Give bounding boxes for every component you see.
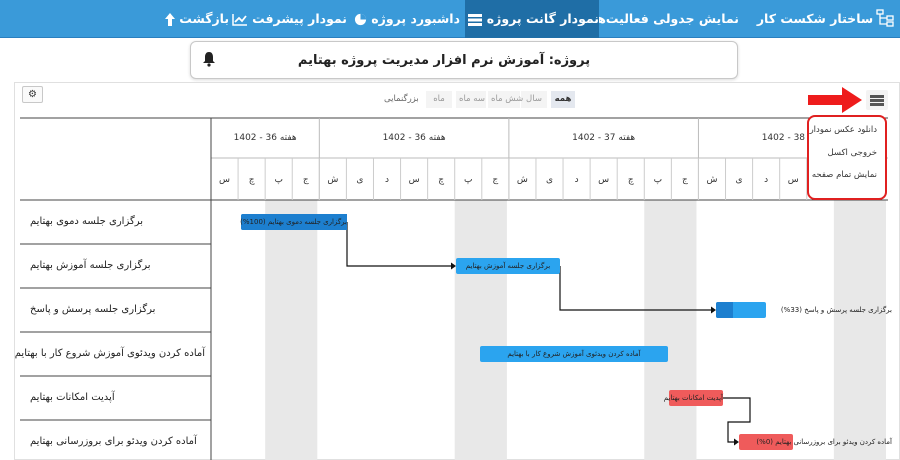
task-name[interactable]: آماده کردن ویدئو برای بروزرسانی بهتایم	[20, 436, 205, 447]
week-header: هفته 37 - 1402	[572, 133, 636, 143]
day-header: پ	[274, 175, 283, 185]
day-header: چ	[438, 175, 445, 185]
export-context-menu: دانلود عکس نمودار خروجی اکسل نمایش تمام …	[807, 115, 887, 200]
day-header: پ	[653, 175, 663, 185]
hamburger-line	[870, 103, 884, 106]
week-header: هفته 36 - 1402	[233, 133, 297, 143]
hamburger-icon	[870, 95, 884, 98]
task-name[interactable]: برگزاری جلسه دموی بهتایم	[20, 216, 205, 227]
day-header: د	[385, 175, 390, 185]
dependency-arrow	[346, 222, 451, 267]
hamburger-line	[870, 99, 884, 102]
day-header: ش	[706, 175, 718, 185]
day-header: س	[787, 175, 799, 185]
menu-download-image[interactable]: دانلود عکس نمودار	[810, 125, 877, 135]
day-header: ی	[545, 175, 554, 185]
day-header: چ	[248, 175, 255, 185]
export-menu-button[interactable]	[866, 90, 888, 110]
day-header: ج	[492, 175, 499, 185]
day-header: س	[408, 175, 420, 185]
task-bar-label: آپدیت امکانات بهتایم	[663, 394, 723, 402]
menu-fullscreen[interactable]: نمایش تمام صفحه	[812, 170, 877, 180]
day-header: ش	[327, 175, 339, 185]
gantt-grid	[20, 117, 888, 460]
day-header: س	[598, 175, 610, 185]
day-header: ی	[735, 175, 743, 185]
task-bar-label: برگزاری جلسه دموی بهتایم (100%)	[240, 218, 347, 226]
day-header: پ	[464, 175, 473, 185]
weekend-column-shade	[644, 200, 697, 460]
week-header: هفته 36 - 1402	[382, 133, 446, 143]
day-header: ج	[302, 175, 309, 185]
day-header: د	[764, 175, 769, 185]
menu-export-excel[interactable]: خروجی اکسل	[827, 148, 877, 158]
task-name[interactable]: برگزاری جلسه آموزش بهتایم	[20, 260, 205, 271]
task-bar-label: آماده کردن ویدئو برای بروزرسانی بهتایم (…	[756, 438, 892, 446]
weekend-column-shade	[833, 200, 886, 460]
day-header: ش	[516, 175, 528, 185]
task-name[interactable]: آپدیت امکانات بهتایم	[20, 392, 205, 403]
day-header: ج	[681, 175, 688, 185]
task-bar-label: برگزاری جلسه پرسش و پاسخ (33%)	[780, 306, 892, 314]
task-name[interactable]: آماده کردن ویدئوی آموزش شروع کار با بهتا…	[15, 348, 205, 359]
day-header: ی	[356, 175, 364, 185]
weekend-column-shade	[265, 200, 318, 460]
day-header: د	[574, 175, 579, 185]
red-arrow-annotation	[808, 87, 862, 113]
task-bar-label: آماده کردن ویدئوی آموزش شروع کار با بهتا…	[507, 350, 641, 358]
day-header: س	[219, 175, 231, 185]
task-bar-label: برگزاری جلسه آموزش بهتایم	[465, 262, 551, 270]
task-name[interactable]: برگزاری جلسه پرسش و پاسخ	[20, 304, 205, 315]
day-header: چ	[627, 175, 634, 185]
weekend-column-shade	[454, 200, 507, 460]
